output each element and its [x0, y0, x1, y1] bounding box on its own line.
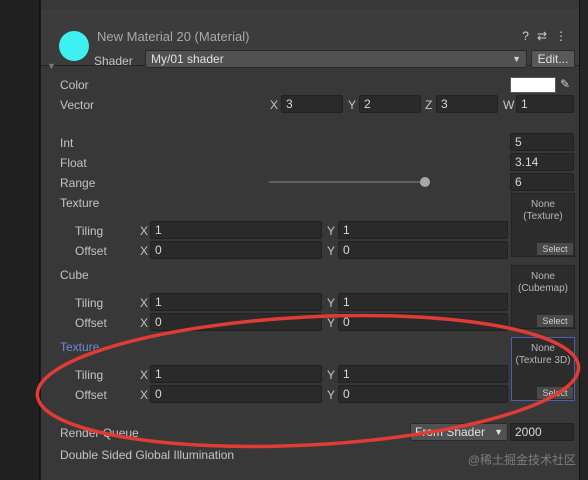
vector-label: Vector [60, 98, 95, 112]
material-inspector: ▼ New Material 20 (Material) ? ⇄ ⋮ Shade… [41, 0, 579, 480]
cube-tiling-y-field[interactable]: 1 [338, 293, 508, 311]
range-slider-thumb[interactable] [420, 177, 430, 187]
float-label: Float [60, 156, 87, 170]
dropdown-arrow-icon: ▼ [512, 54, 521, 64]
texture3d-label: Texture [60, 340, 100, 354]
more-menu-icon[interactable]: ⋮ [555, 29, 567, 43]
cubemap-slot-text: None (Cubemap) [517, 271, 569, 294]
cube-offset-label: Offset [75, 316, 107, 330]
material-title: New Material 20 (Material) [97, 29, 250, 44]
cube-tiling-x-axis: X [140, 296, 149, 310]
texture-slot[interactable]: None (Texture) Select [511, 193, 575, 257]
texture-slot-text: None (Texture) [523, 199, 563, 222]
eyedropper-icon[interactable]: ✎ [560, 77, 570, 91]
texture3d-offset-y-field[interactable]: 0 [338, 385, 508, 403]
texture3d-offset-y-axis: Y [327, 388, 336, 402]
cubemap-slot[interactable]: None (Cubemap) Select [511, 265, 575, 329]
cube-tiling-y-axis: Y [327, 296, 336, 310]
range-label: Range [60, 176, 96, 190]
texture-tiling-label: Tiling [75, 224, 104, 238]
texture-tiling-y-field[interactable]: 1 [338, 221, 508, 239]
texture3d-tiling-x-axis: X [140, 368, 149, 382]
texture-offset-x-axis: X [140, 244, 149, 258]
scrollbar[interactable] [579, 0, 588, 480]
texture3d-offset-x-axis: X [140, 388, 149, 402]
texture3d-tiling-x-field[interactable]: 1 [150, 365, 322, 383]
material-header: ▼ New Material 20 (Material) ? ⇄ ⋮ Shade… [41, 10, 579, 71]
texture-label: Texture [60, 196, 100, 210]
texture3d-slot-text: None (Texture 3D) [515, 343, 571, 366]
texture3d-tiling-y-field[interactable]: 1 [338, 365, 508, 383]
left-panel-strip [0, 0, 40, 480]
vector-y-axis: Y [348, 98, 357, 112]
help-icon[interactable]: ? [522, 29, 529, 43]
cube-offset-y-field[interactable]: 0 [338, 313, 508, 331]
shader-value: My/01 shader [151, 52, 224, 66]
texture3d-offset-x-field[interactable]: 0 [150, 385, 322, 403]
cube-offset-y-axis: Y [327, 316, 336, 330]
float-field[interactable]: 3.14 [510, 153, 574, 171]
texture-tiling-x-field[interactable]: 1 [150, 221, 322, 239]
cube-offset-x-field[interactable]: 0 [150, 313, 322, 331]
cube-offset-x-axis: X [140, 316, 149, 330]
cube-tiling-label: Tiling [75, 296, 104, 310]
texture3d-tiling-label: Tiling [75, 368, 104, 382]
texture3d-select-button[interactable]: Select [537, 387, 573, 399]
watermark: @稀土掘金技术社区 [467, 453, 576, 467]
range-field[interactable]: 6 [510, 173, 574, 191]
texture3d-tiling-y-axis: Y [327, 368, 336, 382]
texture3d-slot[interactable]: None (Texture 3D) Select [511, 337, 575, 401]
color-label: Color [60, 78, 89, 92]
vector-w-field[interactable]: 1 [516, 95, 574, 113]
vector-z-field[interactable]: 3 [436, 95, 498, 113]
shader-label: Shader [94, 54, 133, 68]
vector-y-field[interactable]: 2 [359, 95, 421, 113]
foldout-arrow-icon[interactable]: ▼ [47, 61, 56, 71]
shader-dropdown[interactable]: My/01 shader ▼ [145, 50, 527, 68]
texture-offset-y-field[interactable]: 0 [338, 241, 508, 259]
range-slider-track[interactable] [269, 181, 427, 183]
material-preview-swatch [59, 31, 89, 61]
edit-shader-button[interactable]: Edit... [531, 50, 575, 68]
vector-z-axis: Z [425, 98, 433, 112]
vector-w-axis: W [503, 98, 515, 112]
texture-offset-x-field[interactable]: 0 [150, 241, 322, 259]
cube-label: Cube [60, 268, 89, 282]
double-sided-gi-label: Double Sided Global Illumination [60, 448, 235, 462]
render-queue-dropdown[interactable]: From Shader ▼ [410, 423, 508, 441]
vector-x-axis: X [270, 98, 279, 112]
texture3d-offset-label: Offset [75, 388, 107, 402]
dropdown-arrow-icon: ▼ [494, 427, 503, 437]
render-queue-mode: From Shader [415, 425, 486, 439]
texture-tiling-x-axis: X [140, 224, 149, 238]
preset-icon[interactable]: ⇄ [537, 29, 547, 43]
texture-offset-label: Offset [75, 244, 107, 258]
render-queue-field[interactable]: 2000 [510, 423, 574, 441]
int-label: Int [60, 136, 74, 150]
render-queue-label: Render Queue [60, 426, 139, 440]
texture-offset-y-axis: Y [327, 244, 336, 258]
color-field[interactable] [510, 77, 556, 93]
texture-tiling-y-axis: Y [327, 224, 336, 238]
texture-select-button[interactable]: Select [537, 243, 573, 255]
cubemap-select-button[interactable]: Select [537, 315, 573, 327]
cube-tiling-x-field[interactable]: 1 [150, 293, 322, 311]
int-field[interactable]: 5 [510, 133, 574, 151]
vector-x-field[interactable]: 3 [281, 95, 343, 113]
